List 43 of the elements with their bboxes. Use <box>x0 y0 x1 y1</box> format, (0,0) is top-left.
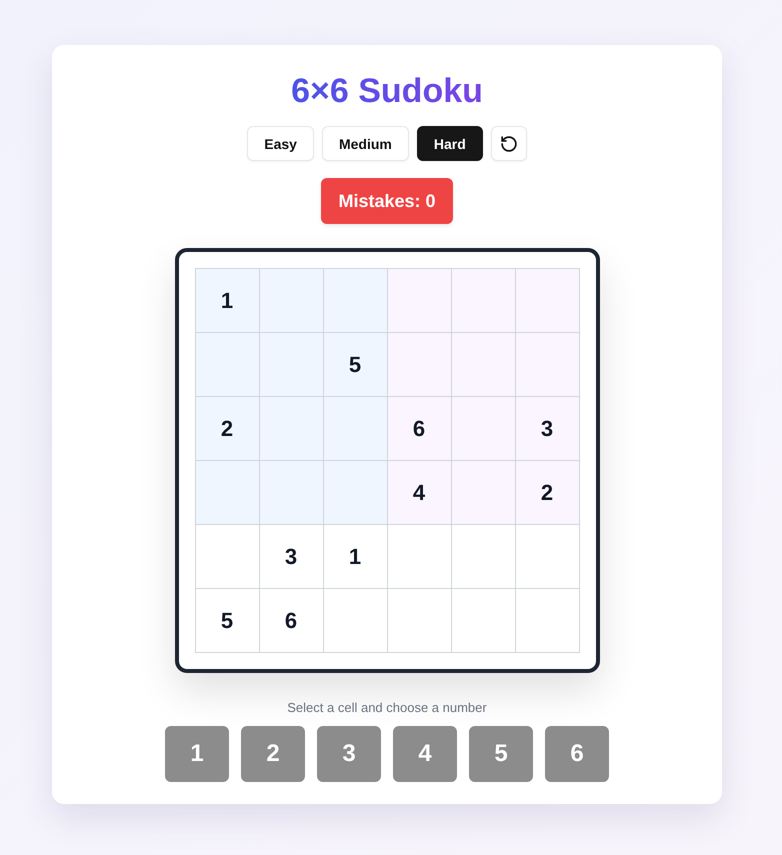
board-cell[interactable] <box>516 525 580 589</box>
instruction-text: Select a cell and choose a number <box>287 700 487 716</box>
board-cell[interactable] <box>260 333 324 397</box>
board-cell[interactable] <box>388 589 452 653</box>
difficulty-tab[interactable]: Easy <box>247 126 314 161</box>
board-cell[interactable] <box>324 461 388 525</box>
board-cell[interactable] <box>388 525 452 589</box>
board-cell[interactable] <box>196 461 260 525</box>
board-cell[interactable]: 3 <box>260 525 324 589</box>
board-cell[interactable] <box>324 589 388 653</box>
mistakes-counter: Mistakes: 0 <box>321 178 453 224</box>
board-cell[interactable]: 4 <box>388 461 452 525</box>
board-cell[interactable] <box>260 397 324 461</box>
board-cell[interactable] <box>260 461 324 525</box>
board-cell[interactable] <box>516 269 580 333</box>
board-cell[interactable] <box>388 333 452 397</box>
board-cell[interactable] <box>516 589 580 653</box>
board-cell[interactable] <box>324 269 388 333</box>
board-cell[interactable] <box>388 269 452 333</box>
board-cell[interactable] <box>452 525 516 589</box>
board-cell[interactable] <box>196 333 260 397</box>
board-cell[interactable] <box>452 333 516 397</box>
board-cell[interactable]: 2 <box>196 397 260 461</box>
circular-arrow-icon <box>500 136 517 152</box>
board-cell[interactable]: 2 <box>516 461 580 525</box>
difficulty-tab[interactable]: Medium <box>322 126 409 161</box>
board-cell[interactable] <box>452 589 516 653</box>
board-cell[interactable]: 1 <box>196 269 260 333</box>
board-cell[interactable]: 5 <box>324 333 388 397</box>
board-cell[interactable]: 6 <box>388 397 452 461</box>
reset-button[interactable] <box>490 126 527 161</box>
board-cell[interactable]: 6 <box>260 589 324 653</box>
board-cell[interactable] <box>324 397 388 461</box>
difficulty-tab[interactable]: Hard <box>416 126 483 161</box>
board-cell[interactable]: 1 <box>324 525 388 589</box>
board-cell[interactable]: 3 <box>516 397 580 461</box>
board-cell[interactable] <box>516 333 580 397</box>
board-cell[interactable] <box>452 461 516 525</box>
board-cell[interactable]: 5 <box>196 589 260 653</box>
board-cell[interactable] <box>452 269 516 333</box>
board-cell[interactable] <box>452 397 516 461</box>
board-cell[interactable] <box>260 269 324 333</box>
board-cell[interactable] <box>196 525 260 589</box>
